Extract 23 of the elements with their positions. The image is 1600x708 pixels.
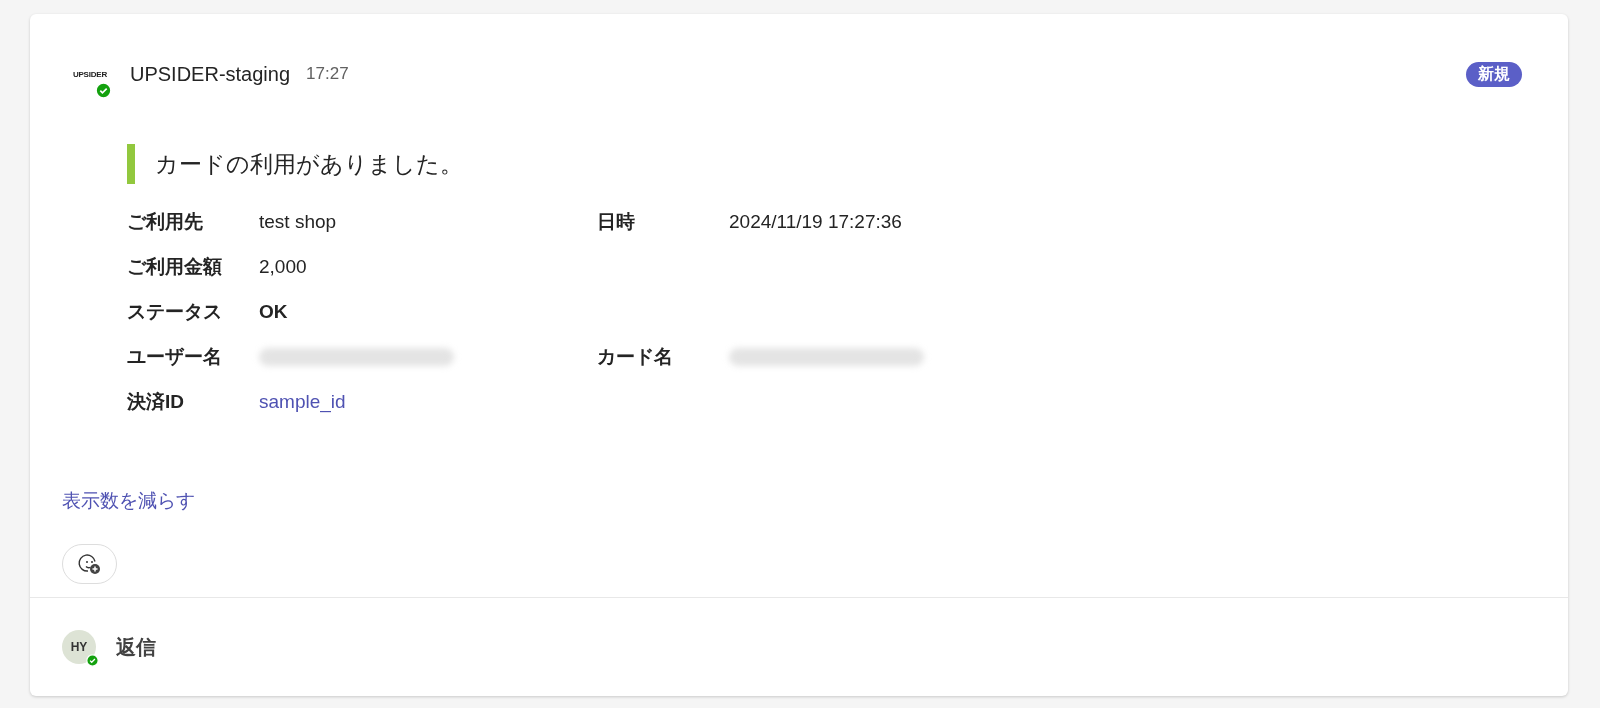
field-value: 2024/11/19 17:27:36 bbox=[729, 211, 902, 233]
sender-name: UPSIDER-staging bbox=[130, 62, 291, 86]
add-reaction-button[interactable] bbox=[62, 544, 117, 584]
new-badge: 新規 bbox=[1466, 61, 1522, 87]
field-label: カード名 bbox=[597, 345, 674, 369]
sender-logo: UPSIDER bbox=[72, 69, 108, 79]
field-label: ご利用金額 bbox=[127, 255, 223, 279]
payment-id-link[interactable]: sample_id bbox=[259, 391, 346, 413]
field-label: 決済ID bbox=[127, 390, 185, 414]
field-label: ご利用先 bbox=[127, 210, 204, 234]
reply-label: 返信 bbox=[116, 634, 156, 660]
message-time: 17:27 bbox=[306, 64, 349, 84]
field-label: 日時 bbox=[597, 210, 636, 234]
status-value: OK bbox=[259, 301, 288, 323]
message-title: カードの利用がありました。 bbox=[127, 144, 1568, 184]
show-less-link[interactable]: 表示数を減らす bbox=[62, 488, 195, 514]
smiley-add-icon bbox=[77, 552, 102, 576]
field-value: test shop bbox=[259, 211, 337, 233]
field-label: ステータス bbox=[127, 300, 223, 324]
user-avatar: HY bbox=[62, 630, 96, 664]
field-label: ユーザー名 bbox=[127, 345, 223, 369]
reply-bar[interactable]: HY 返信 bbox=[30, 598, 1568, 696]
field-value: 2,000 bbox=[259, 256, 307, 278]
